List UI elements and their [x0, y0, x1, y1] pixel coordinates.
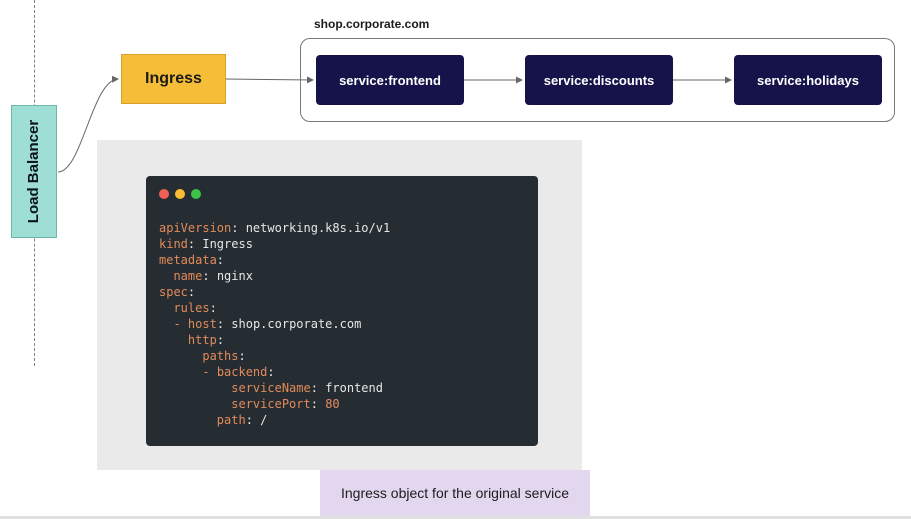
- service-discounts-label: service:discounts: [543, 72, 655, 88]
- caption-text: Ingress object for the original service: [341, 485, 569, 501]
- service-frontend-label: service:frontend: [339, 72, 441, 88]
- code-value: /: [260, 413, 268, 427]
- code-window: apiVersion: networking.k8s.io/v1 kind: In…: [146, 176, 538, 446]
- code-separator: :: [187, 237, 203, 251]
- code-separator: :: [245, 413, 261, 427]
- ingress-label: Ingress: [145, 70, 202, 87]
- service-discounts-box: service:discounts: [525, 55, 673, 105]
- code-key: metadata: [159, 253, 217, 267]
- window-minimize-dot-icon: [175, 189, 185, 199]
- code-value: 80: [325, 397, 340, 411]
- code-value: nginx: [216, 269, 253, 283]
- code-line: serviceName: frontend: [159, 380, 390, 396]
- code-line: - backend:: [159, 364, 390, 380]
- code-value: Ingress: [202, 237, 253, 251]
- service-holidays-label: service:holidays: [757, 72, 859, 88]
- code-separator: :: [202, 269, 217, 283]
- code-line: servicePort: 80: [159, 396, 390, 412]
- code-separator: :: [187, 285, 196, 299]
- code-key: path: [216, 413, 246, 427]
- code-line: path: /: [159, 412, 390, 428]
- code-separator: :: [216, 253, 225, 267]
- code-value: frontend: [325, 381, 383, 395]
- code-list-marker: -: [173, 317, 188, 331]
- code-separator: :: [216, 333, 225, 347]
- code-line: - host: shop.corporate.com: [159, 316, 390, 332]
- code-line: metadata:: [159, 252, 390, 268]
- figure-caption: Ingress object for the original service: [320, 470, 590, 516]
- code-key: servicePort: [231, 397, 311, 411]
- code-key: serviceName: [231, 381, 311, 395]
- code-key: host: [187, 317, 217, 331]
- code-separator: :: [231, 221, 246, 235]
- code-key: backend: [216, 365, 268, 379]
- ingress-box: Ingress: [121, 54, 226, 104]
- code-list-marker: -: [202, 365, 217, 379]
- yaml-code-block: apiVersion: networking.k8s.io/v1 kind: In…: [159, 220, 390, 428]
- code-key: spec: [159, 285, 188, 299]
- code-separator: :: [310, 397, 326, 411]
- service-frontend-box: service:frontend: [316, 55, 464, 105]
- code-value: shop.corporate.com: [231, 317, 362, 331]
- code-separator: :: [216, 317, 232, 331]
- code-key: apiVersion: [159, 221, 232, 235]
- code-line: apiVersion: networking.k8s.io/v1: [159, 220, 390, 236]
- code-separator: :: [267, 365, 275, 379]
- code-separator: :: [209, 301, 217, 315]
- code-key: name: [173, 269, 203, 283]
- code-key: paths: [202, 349, 239, 363]
- code-key: http: [187, 333, 217, 347]
- code-line: rules:: [159, 300, 390, 316]
- domain-group-label: shop.corporate.com: [314, 17, 430, 31]
- code-line: kind: Ingress: [159, 236, 390, 252]
- code-line: spec:: [159, 284, 390, 300]
- code-separator: :: [310, 381, 326, 395]
- code-line: paths:: [159, 348, 390, 364]
- code-value: networking.k8s.io/v1: [245, 221, 391, 235]
- code-key: rules: [173, 301, 210, 315]
- window-maximize-dot-icon: [191, 189, 201, 199]
- code-separator: :: [238, 349, 246, 363]
- window-close-dot-icon: [159, 189, 169, 199]
- code-line: http:: [159, 332, 390, 348]
- service-holidays-box: service:holidays: [734, 55, 882, 105]
- code-line: name: nginx: [159, 268, 390, 284]
- code-key: kind: [159, 237, 188, 251]
